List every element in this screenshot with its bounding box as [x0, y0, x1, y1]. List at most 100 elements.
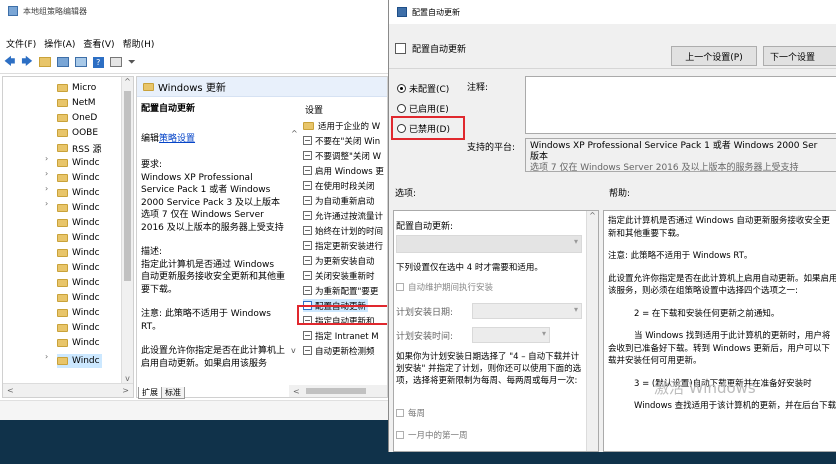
tree-scrollbar[interactable]: ^ v [121, 77, 133, 383]
list-item[interactable]: 为重新配置"要更 [303, 284, 378, 297]
checkbox-box[interactable] [396, 431, 404, 439]
previous-setting-button[interactable]: 上一个设置(P) [671, 46, 757, 66]
gpedit-title-bar[interactable]: 本地组策略编辑器 [0, 0, 388, 22]
tree-item[interactable]: Windc [57, 276, 100, 290]
tree-item[interactable]: Windc [57, 336, 100, 350]
radio-dot[interactable] [397, 83, 406, 93]
tree-item[interactable]: Windc [57, 156, 100, 170]
tab-standard[interactable]: 标准 [162, 387, 185, 399]
scheduled-time-dropdown[interactable] [472, 327, 550, 343]
list-item[interactable]: 不要调整"关闭 W [303, 149, 381, 162]
settings-column: 设置 ^ 适用于企业的 W 不要在"关闭 Win 不要调整"关闭 W 启用 Wi… [289, 101, 387, 371]
setting-icon [303, 346, 312, 355]
tree-item[interactable]: Windc [57, 186, 100, 200]
list-item[interactable]: 启用 Windows 更 [303, 164, 384, 177]
show-hide-tree-icon[interactable] [56, 57, 69, 67]
options-hint: 下列设置仅在选中 4 时才需要和适用。 [396, 263, 543, 273]
tree-item[interactable]: Windc [57, 231, 100, 245]
tab-extended[interactable]: 扩展 [138, 387, 162, 399]
folder-icon [57, 339, 68, 347]
scroll-thumb[interactable] [305, 388, 366, 394]
list-item[interactable]: 允许通过按流量计 [303, 209, 383, 222]
help-paragraph-2: 注意: 此策略不适用于 Windows RT。 [608, 251, 753, 261]
help-icon[interactable]: ? [92, 56, 104, 68]
help-label: 帮助: [609, 189, 631, 199]
tree-item[interactable]: NetM [57, 96, 96, 110]
menu-action[interactable]: 操作(A) [44, 37, 75, 50]
tree-item-selected[interactable]: Windc [57, 354, 102, 368]
folder-icon [57, 294, 68, 302]
list-item[interactable]: 为更新安装自动 [303, 254, 375, 267]
scroll-up-icon[interactable]: ^ [587, 211, 598, 220]
collapse-down-icon[interactable]: v [291, 346, 296, 355]
settings-header[interactable]: 设置 [305, 103, 323, 116]
tree-item[interactable]: OneD [57, 111, 97, 125]
scroll-thumb[interactable] [124, 91, 131, 281]
menu-help[interactable]: 帮助(H) [123, 37, 155, 50]
up-folder-icon[interactable] [38, 57, 51, 67]
checkbox-box[interactable] [396, 283, 404, 291]
folder-icon [143, 82, 154, 91]
content-h-scrollbar[interactable]: < [289, 385, 387, 397]
list-item[interactable]: 为自动重新启动 [303, 194, 375, 207]
tree-item[interactable]: RSS 源 [57, 141, 102, 155]
radio-enabled[interactable]: 已启用(E) [397, 102, 449, 115]
tree-item[interactable]: Micro [57, 81, 96, 95]
tree-item[interactable]: Windc [57, 291, 100, 305]
chevron-right-icon[interactable]: › [45, 199, 55, 208]
menu-view[interactable]: 查看(V) [83, 37, 114, 50]
setting-icon [303, 271, 312, 280]
back-arrow-icon[interactable]: 🡄 [4, 53, 15, 72]
folder-icon [57, 219, 68, 227]
forward-arrow-icon[interactable]: 🡆 [21, 53, 32, 72]
filter-icon[interactable]: ⏷ [128, 57, 136, 68]
list-item[interactable]: 不要在"关闭 Win [303, 134, 380, 147]
tree-item[interactable]: Windc [57, 216, 100, 230]
supported-platforms-box: Windows XP Professional Service Pack 1 或… [525, 138, 836, 172]
list-item[interactable]: 始终在计划的时间 [303, 224, 383, 237]
folder-icon [57, 264, 68, 272]
list-item[interactable]: 自动更新检测频 [303, 344, 375, 357]
radio-not-configured[interactable]: 未配置(C) [397, 82, 449, 95]
scroll-left-icon[interactable]: < [7, 386, 14, 395]
configure-dropdown[interactable] [396, 235, 582, 253]
properties-icon[interactable] [109, 57, 122, 67]
comment-textarea[interactable] [525, 76, 836, 134]
weekly-checkbox[interactable]: 每周 [396, 407, 425, 419]
tree-item[interactable]: Windc [57, 246, 100, 260]
chevron-right-icon[interactable]: › [45, 169, 55, 178]
chevron-right-icon[interactable]: › [45, 184, 55, 193]
maintenance-checkbox[interactable]: 自动维护期间执行安装 [396, 281, 493, 293]
scroll-left-icon[interactable]: < [293, 387, 300, 396]
list-item[interactable]: 适用于企业的 W [303, 119, 380, 132]
tree-item[interactable]: Windc [57, 171, 100, 185]
tree-h-scrollbar[interactable]: < > [3, 383, 133, 397]
chevron-right-icon[interactable]: › [45, 352, 55, 361]
scroll-right-icon[interactable]: > [122, 386, 129, 395]
first-week-checkbox[interactable]: 一月中的第一周 [396, 429, 468, 441]
dialog-title-bar[interactable]: 配置自动更新 [389, 0, 836, 24]
list-item[interactable]: 关闭安装重新时 [303, 269, 375, 282]
export-list-icon[interactable] [74, 57, 87, 67]
list-item[interactable]: 指定更新安装进行 [303, 239, 383, 252]
edit-policy-link[interactable]: 策略设置 [159, 134, 195, 144]
tree-item[interactable]: Windc [57, 306, 100, 320]
tree-item[interactable]: Windc [57, 321, 100, 335]
chevron-right-icon[interactable]: › [45, 154, 55, 163]
help-paragraph-3: 此设置允许你指定是否在此计算机上启用自动更新。如果启用该服务，则必须在组策略设置… [608, 273, 836, 297]
checkbox-box[interactable] [396, 409, 404, 417]
scheduled-day-dropdown[interactable] [472, 303, 582, 319]
list-item[interactable]: 指定 Intranet M [303, 329, 379, 342]
menu-file[interactable]: 文件(F) [6, 37, 36, 50]
scroll-down-icon[interactable]: v [122, 374, 133, 383]
tree-item[interactable]: Windc [57, 261, 100, 275]
collapse-up-icon[interactable]: ^ [291, 129, 298, 138]
scroll-up-icon[interactable]: ^ [122, 77, 133, 86]
radio-dot[interactable] [397, 103, 406, 113]
list-item[interactable]: 在使用时段关闭 [303, 179, 375, 192]
tree-item[interactable]: Windc [57, 201, 100, 215]
options-scrollbar[interactable]: ^ [586, 211, 598, 451]
next-setting-button[interactable]: 下一个设置 [763, 46, 836, 66]
tree-item[interactable]: OOBE [57, 126, 98, 140]
folder-icon [57, 114, 68, 122]
